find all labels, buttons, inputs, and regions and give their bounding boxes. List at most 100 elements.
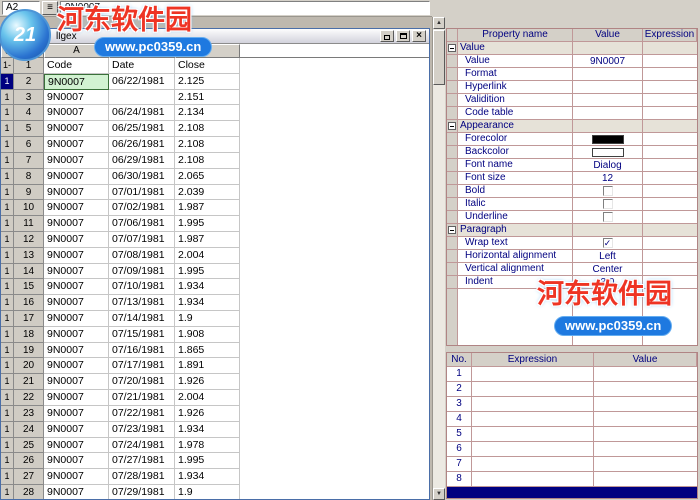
maximize-button[interactable] [396, 30, 410, 42]
column-header-b[interactable]: B [109, 44, 175, 58]
property-value[interactable] [573, 146, 643, 159]
cell-code[interactable]: 9N0007 [44, 137, 109, 153]
outline-cell[interactable]: 1 [1, 137, 14, 153]
cell-date[interactable]: 06/22/1981 [109, 74, 175, 90]
cell-code[interactable]: 9N0007 [44, 295, 109, 311]
outline-cell[interactable]: 1 [1, 105, 14, 121]
outline-cell[interactable]: 1 [1, 374, 14, 390]
cell-code[interactable]: 9N0007 [44, 327, 109, 343]
row-number[interactable]: 18 [14, 327, 44, 343]
property-expression[interactable] [643, 172, 697, 185]
expression-row[interactable]: 6 [447, 442, 697, 457]
scroll-down-button[interactable]: ▼ [433, 488, 445, 500]
cell-code[interactable]: 9N0007 [44, 311, 109, 327]
cell-code[interactable]: 9N0007 [44, 374, 109, 390]
cell-date[interactable]: 06/26/1981 [109, 137, 175, 153]
expr-row-number[interactable]: 4 [447, 412, 472, 427]
expr-expression-cell[interactable] [472, 487, 594, 499]
cell-close[interactable]: 1.891 [175, 358, 240, 374]
property-expression[interactable] [643, 120, 697, 133]
outline-cell[interactable]: 1 [1, 216, 14, 232]
property-row[interactable]: Vertical alignmentCenter [447, 263, 697, 276]
outline-cell[interactable]: 1 [1, 390, 14, 406]
cell-close[interactable]: 2.108 [175, 153, 240, 169]
cell-code[interactable]: 9N0007 [44, 438, 109, 454]
cell-date[interactable]: 07/17/1981 [109, 358, 175, 374]
property-value[interactable]: 12 [573, 172, 643, 185]
row-number[interactable]: 20 [14, 358, 44, 374]
property-expression[interactable] [643, 107, 697, 120]
property-value[interactable]: 9N0007 [573, 55, 643, 68]
outline-corner-header[interactable]: 0 [1, 44, 14, 58]
cell-date[interactable]: 07/13/1981 [109, 295, 175, 311]
expr-value-cell[interactable] [594, 487, 697, 499]
outline-cell[interactable]: 1 [1, 90, 14, 106]
expr-row-number[interactable]: 7 [447, 457, 472, 472]
cell-date[interactable]: 07/01/1981 [109, 185, 175, 201]
cell-close[interactable]: 1.995 [175, 264, 240, 280]
cell-close[interactable]: 1.987 [175, 200, 240, 216]
property-value[interactable] [573, 224, 643, 237]
outline-cell[interactable]: 1 [1, 311, 14, 327]
color-swatch[interactable] [592, 148, 624, 157]
outline-cell[interactable]: 1 [1, 248, 14, 264]
row-number[interactable]: 10 [14, 200, 44, 216]
property-row[interactable]: Horizontal alignmentLeft [447, 250, 697, 263]
property-row[interactable]: Font nameDialog [447, 159, 697, 172]
cell-close[interactable]: 1.926 [175, 374, 240, 390]
cell-code[interactable]: 9N0007 [44, 453, 109, 469]
expr-row-number[interactable]: 6 [447, 442, 472, 457]
cell-code[interactable]: 9N0007 [44, 169, 109, 185]
property-name[interactable]: Font size [458, 172, 573, 185]
outline-cell[interactable]: 1- [1, 58, 14, 74]
row-number[interactable]: 6 [14, 137, 44, 153]
outline-cell[interactable]: 1 [1, 422, 14, 438]
outline-cell[interactable]: 1 [1, 485, 14, 499]
property-expression[interactable] [643, 224, 697, 237]
row-number[interactable]: 9 [14, 185, 44, 201]
cell-date[interactable]: 07/09/1981 [109, 264, 175, 280]
outline-cell[interactable]: 1 [1, 169, 14, 185]
property-value[interactable] [573, 68, 643, 81]
property-name[interactable]: Validition [458, 94, 573, 107]
property-gutter[interactable] [447, 224, 458, 237]
cell-date[interactable]: 06/29/1981 [109, 153, 175, 169]
property-expression[interactable] [643, 133, 697, 146]
property-expression[interactable] [643, 263, 697, 276]
property-value[interactable]: Center [573, 263, 643, 276]
property-gutter[interactable] [447, 42, 458, 55]
cell-close[interactable]: 1.934 [175, 295, 240, 311]
cell-date[interactable] [109, 90, 175, 106]
expr-expression-cell[interactable] [472, 367, 594, 382]
cell-date[interactable]: 07/27/1981 [109, 453, 175, 469]
cell-date[interactable]: 07/02/1981 [109, 200, 175, 216]
outline-cell[interactable]: 1 [1, 185, 14, 201]
cell-close[interactable]: 1.9 [175, 485, 240, 499]
expression-row[interactable]: 4 [447, 412, 697, 427]
cell-code[interactable]: 9N0007 [44, 343, 109, 359]
cell-close[interactable]: 1.987 [175, 232, 240, 248]
row-number[interactable]: 21 [14, 374, 44, 390]
cell-date[interactable]: 07/06/1981 [109, 216, 175, 232]
property-value[interactable] [573, 211, 643, 224]
property-row[interactable]: Appearance [447, 120, 697, 133]
outline-cell[interactable]: 1 [1, 153, 14, 169]
expr-value-cell[interactable] [594, 472, 697, 487]
expression-row[interactable]: 1 [447, 367, 697, 382]
cell-close[interactable]: 1.995 [175, 453, 240, 469]
cell-date[interactable]: 07/08/1981 [109, 248, 175, 264]
outline-cell[interactable]: 1 [1, 200, 14, 216]
cell-close[interactable]: 1.978 [175, 438, 240, 454]
cell-code[interactable]: 9N0007 [44, 105, 109, 121]
property-expression[interactable] [643, 198, 697, 211]
outline-cell[interactable]: 1 [1, 232, 14, 248]
property-expression[interactable] [643, 68, 697, 81]
cell-close[interactable]: 1.908 [175, 327, 240, 343]
property-name[interactable]: Underline [458, 211, 573, 224]
expr-value-cell[interactable] [594, 427, 697, 442]
property-value[interactable] [573, 133, 643, 146]
expression-row[interactable]: 5 [447, 427, 697, 442]
cell-close[interactable]: 2.004 [175, 248, 240, 264]
property-row[interactable]: Paragraph [447, 224, 697, 237]
expr-value-cell[interactable] [594, 397, 697, 412]
